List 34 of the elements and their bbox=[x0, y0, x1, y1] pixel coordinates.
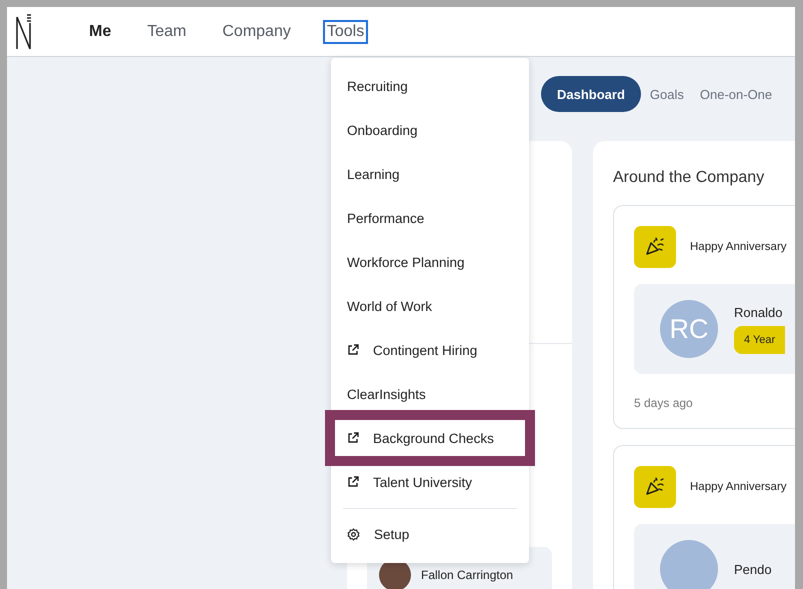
initials-avatar bbox=[660, 540, 718, 589]
tab[interactable]: One-on-One bbox=[692, 76, 780, 112]
menu-item[interactable]: Recruiting bbox=[331, 64, 529, 108]
menu-item[interactable]: Onboarding bbox=[331, 108, 529, 152]
nav-link[interactable]: Team bbox=[143, 20, 190, 44]
event-heading: Happy Anniversary bbox=[690, 241, 787, 253]
nav-link[interactable]: Tools bbox=[322, 20, 368, 44]
person-name: Fallon Carrington bbox=[421, 568, 514, 582]
menu-item[interactable]: Contingent Hiring bbox=[331, 328, 529, 372]
party-popper-icon bbox=[634, 226, 676, 268]
event-heading: Happy Anniversary bbox=[690, 481, 787, 493]
anniversary-badge: 4 Year bbox=[734, 326, 786, 354]
menu-item[interactable]: Workforce Planning bbox=[331, 240, 529, 284]
external-link-icon bbox=[347, 476, 359, 488]
menu-item[interactable]: Learning bbox=[331, 152, 529, 196]
menu-item[interactable]: World of Work bbox=[331, 284, 529, 328]
external-link-icon bbox=[347, 432, 359, 444]
external-link-icon bbox=[347, 344, 359, 356]
party-popper-icon bbox=[634, 466, 676, 508]
menu-item[interactable]: ClearInsights bbox=[331, 372, 529, 416]
nav-link[interactable]: Company bbox=[218, 20, 295, 44]
nav-link[interactable]: Me bbox=[85, 20, 116, 44]
settings-icon bbox=[347, 528, 360, 540]
section-title: Around the Company bbox=[613, 169, 766, 187]
initials-avatar: RC bbox=[660, 300, 718, 358]
logo-icon bbox=[15, 12, 33, 50]
person-name: Ronaldo bbox=[734, 304, 782, 320]
menu-item[interactable]: Performance bbox=[331, 196, 529, 240]
tab[interactable]: Goals bbox=[642, 76, 691, 112]
person-name: Pendo bbox=[734, 562, 772, 576]
tab[interactable]: Dashboard bbox=[541, 76, 641, 112]
menu-item[interactable]: Background Checks bbox=[331, 416, 529, 460]
menu-item[interactable]: Talent University bbox=[331, 460, 529, 504]
timestamp: 5 days ago bbox=[634, 396, 694, 410]
